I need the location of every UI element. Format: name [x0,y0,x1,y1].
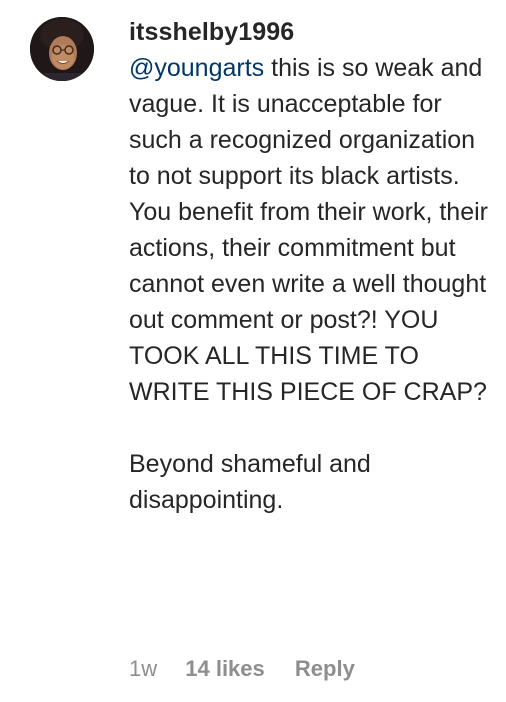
comment-text-main: this is so weak and vague. It is unaccep… [129,54,488,406]
comment-paragraph: @youngarts this is so weak and vague. It… [129,50,489,410]
mention-link[interactable]: @youngarts [129,54,264,82]
reply-button[interactable]: Reply [295,654,355,684]
comment: itsshelby1996 @youngarts this is so weak… [0,0,506,702]
comment-text: @youngarts this is so weak and vague. It… [129,50,489,518]
avatar-image [30,17,94,81]
comment-timestamp[interactable]: 1w [129,654,157,684]
comment-username[interactable]: itsshelby1996 [129,14,489,50]
likes-count-button[interactable]: 14 likes [185,654,265,684]
comment-meta: 1w 14 likes Reply [129,654,355,684]
comment-body: itsshelby1996 @youngarts this is so weak… [129,14,489,518]
avatar[interactable] [30,17,94,81]
comment-paragraph-2: Beyond shameful and disappointing. [129,450,371,514]
